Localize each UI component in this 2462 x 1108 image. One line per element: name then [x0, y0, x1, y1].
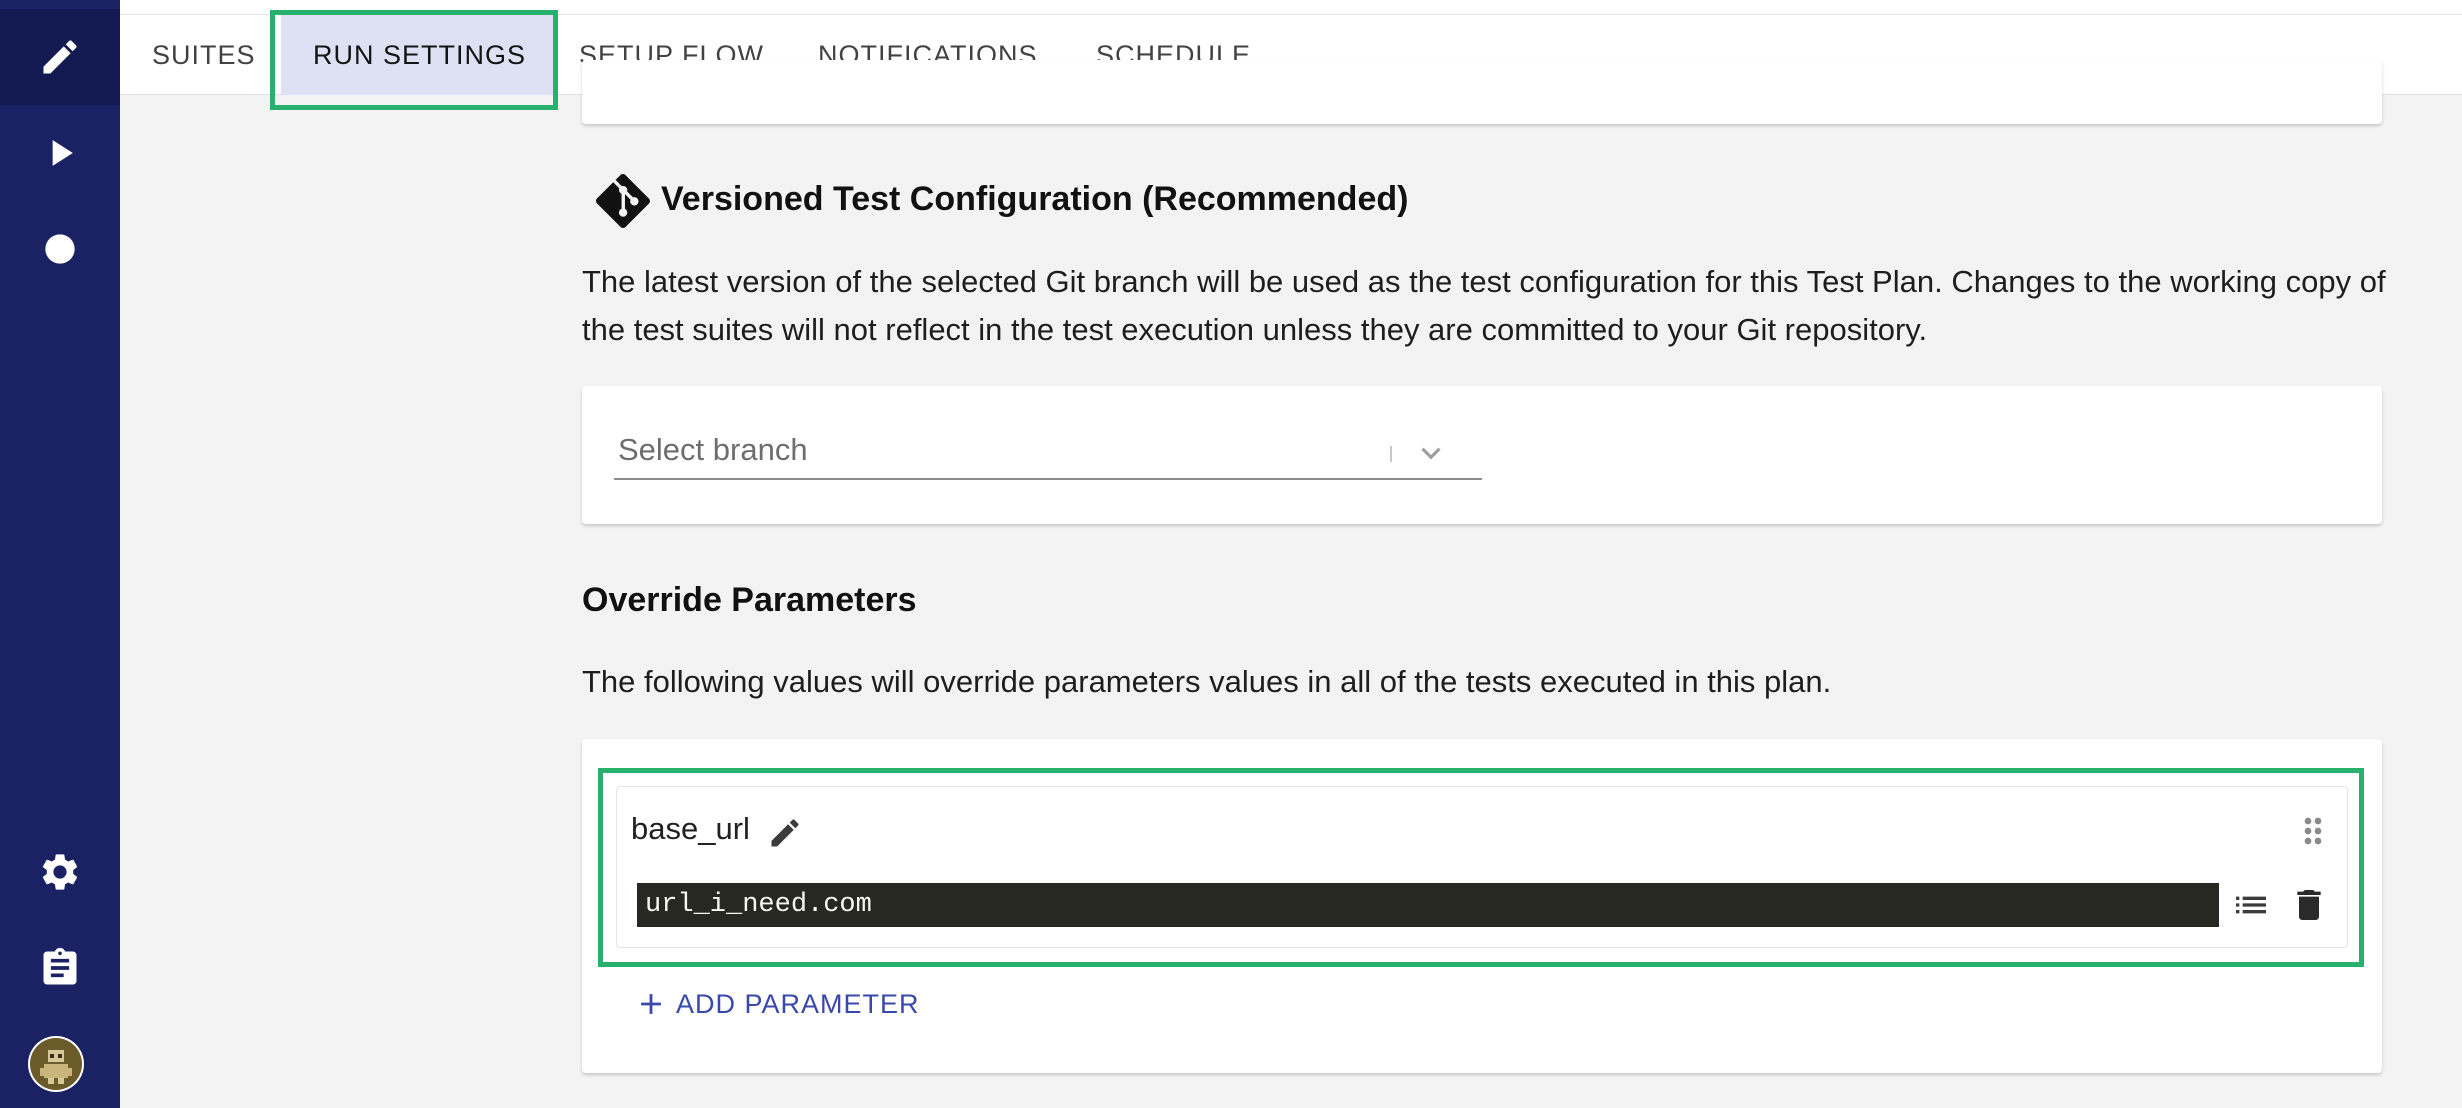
select-separator — [1390, 446, 1392, 462]
parameter-value-input[interactable]: url_i_need.com — [637, 883, 2219, 927]
plus-icon — [641, 994, 661, 1014]
circle-icon — [45, 234, 75, 264]
list-icon[interactable] — [2231, 885, 2271, 925]
sidebar-item-settings[interactable] — [0, 824, 120, 920]
previous-section-card — [582, 60, 2382, 124]
drag-handle-icon[interactable] — [2293, 811, 2333, 851]
add-parameter-label: ADD PARAMETER — [676, 988, 920, 1019]
trash-icon[interactable] — [2289, 883, 2329, 927]
branch-card: Select branch — [582, 386, 2382, 524]
add-parameter-button[interactable]: ADD PARAMETER — [634, 982, 920, 1026]
sidebar-item-reports[interactable] — [0, 920, 120, 1016]
branch-select[interactable]: Select branch — [614, 424, 1482, 480]
versioned-config-title: Versioned Test Configuration (Recommende… — [661, 180, 1409, 218]
sidebar-item-run[interactable] — [0, 105, 120, 201]
clipboard-icon — [43, 947, 77, 985]
pencil-icon — [43, 40, 77, 74]
sidebar-item-record[interactable] — [0, 201, 120, 297]
pencil-icon[interactable] — [767, 815, 803, 851]
override-parameters-title: Override Parameters — [582, 581, 917, 619]
parameter-row: base_url url_i_need.com — [616, 786, 2348, 948]
branch-select-placeholder: Select branch — [618, 432, 808, 467]
tab-suites[interactable]: SUITES — [120, 15, 288, 95]
versioned-config-description: The latest version of the selected Git b… — [582, 264, 2386, 347]
play-icon — [52, 140, 73, 166]
override-parameters-description: The following values will override param… — [582, 664, 1832, 699]
sidebar — [0, 0, 120, 1108]
gear-icon — [42, 854, 78, 890]
parameter-name: base_url — [631, 811, 750, 846]
git-icon — [596, 174, 650, 228]
sidebar-item-edit[interactable] — [0, 9, 120, 105]
avatar-icon — [30, 1038, 82, 1090]
top-strip — [120, 0, 2462, 15]
chevron-down-icon[interactable] — [1414, 436, 1448, 470]
avatar[interactable] — [28, 1036, 84, 1092]
tab-run-settings[interactable]: RUN SETTINGS — [281, 15, 559, 95]
